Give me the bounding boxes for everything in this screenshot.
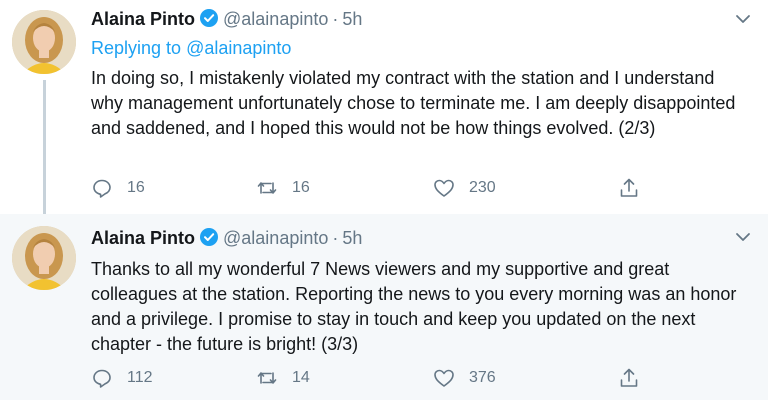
handle[interactable]: @alainapinto [223,9,328,29]
tweet-actions: 16 16 230 [91,174,651,202]
heart-icon [434,179,454,197]
avatar[interactable] [12,10,76,74]
verified-badge-icon [200,228,219,246]
chevron-down-icon[interactable] [734,228,752,246]
tweet-text: In doing so, I mistakenly violated my co… [91,68,736,138]
chevron-down-icon[interactable] [734,10,752,28]
separator-dot: · [332,228,339,248]
thread-connector [43,80,46,224]
like-button[interactable]: 230 [433,174,496,202]
replying-to-label: Replying to [91,38,187,58]
tweet-header: Alaina Pinto @alainapinto · 5h [91,8,362,30]
display-name[interactable]: Alaina Pinto [91,9,195,29]
timestamp[interactable]: 5h [342,228,362,248]
display-name[interactable]: Alaina Pinto [91,228,195,248]
share-icon [620,368,638,387]
reply-button[interactable]: 16 [91,174,145,202]
heart-icon [434,369,454,387]
handle[interactable]: @alainapinto [223,228,328,248]
replying-to: Replying to @alainapinto [91,38,291,59]
like-count: 376 [469,369,496,386]
verified-badge-icon [200,9,219,27]
reply-button[interactable]: 112 [91,364,153,392]
replying-to-handle[interactable]: @alainapinto [186,38,291,58]
retweet-icon [257,182,277,194]
tweet-header: Alaina Pinto @alainapinto · 5h [91,227,362,249]
like-count: 230 [469,179,496,196]
share-button[interactable] [618,364,654,392]
share-icon [620,178,638,197]
reply-count: 16 [127,179,145,196]
tweet-actions: 112 14 376 [91,364,651,392]
avatar[interactable] [12,226,76,290]
separator-dot: · [332,9,339,29]
tweet-text: Thanks to all my wonderful 7 News viewer… [91,259,737,354]
like-button[interactable]: 376 [433,364,496,392]
retweet-button[interactable]: 16 [256,174,310,202]
reply-count: 112 [127,369,153,386]
avatar-photo [12,226,76,290]
retweet-icon [257,372,277,384]
reply-icon [93,179,111,198]
reply-icon [93,369,111,388]
retweet-count: 14 [292,369,310,386]
share-button[interactable] [618,174,654,202]
retweet-count: 16 [292,179,310,196]
retweet-button[interactable]: 14 [256,364,310,392]
avatar-photo [12,10,76,74]
timestamp[interactable]: 5h [342,9,362,29]
